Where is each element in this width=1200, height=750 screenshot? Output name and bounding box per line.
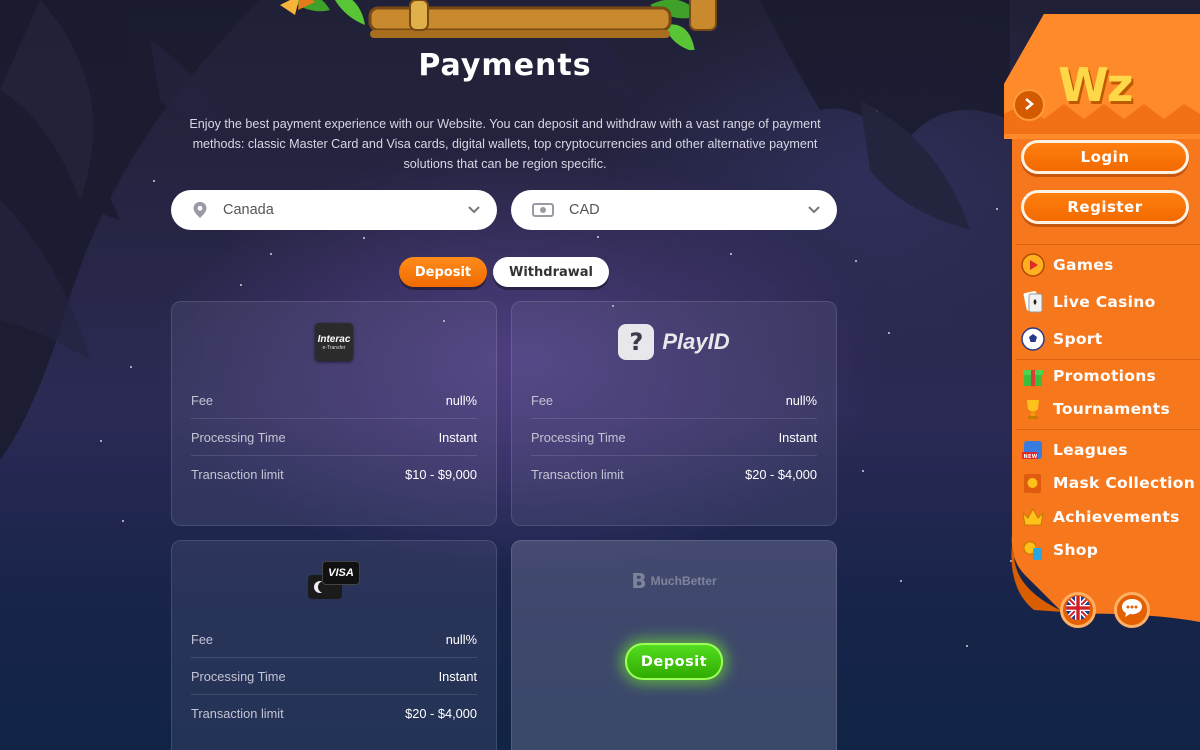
visa-logo-text: VISA (328, 567, 354, 579)
chat-button[interactable] (1114, 592, 1150, 628)
limit-row: Transaction limit $20 - $4,000 (531, 456, 817, 493)
register-button[interactable]: Register (1021, 190, 1189, 224)
processing-label: Processing Time (531, 429, 626, 445)
sidebar-item-games[interactable]: Games (1020, 250, 1114, 280)
mask-icon (1020, 470, 1046, 496)
sidebar-item-mask-collection[interactable]: Mask Collection (1020, 468, 1195, 498)
sidebar-item-sport[interactable]: Sport (1020, 324, 1102, 354)
sidebar-item-label: Live Casino (1053, 293, 1156, 311)
sidebar-item-label: Shop (1053, 541, 1099, 559)
currency-select[interactable]: CAD (511, 190, 837, 230)
country-value: Canada (223, 202, 274, 218)
limit-value: $10 - $9,000 (405, 467, 477, 482)
limit-row: Transaction limit $10 - $9,000 (191, 456, 477, 493)
limit-value: $20 - $4,000 (405, 706, 477, 721)
fee-row: Fee null% (191, 621, 477, 658)
payment-type-tabs: Deposit Withdrawal (399, 257, 609, 287)
fee-value: null% (445, 631, 477, 647)
language-button[interactable] (1060, 592, 1096, 628)
sidebar-item-label: Achievements (1053, 508, 1180, 526)
fee-label: Fee (191, 631, 214, 647)
sidebar-item-promotions[interactable]: Promotions (1020, 361, 1156, 391)
brand-logo-text: Wz (1058, 58, 1134, 112)
processing-value: Instant (778, 429, 817, 445)
fee-value: null% (785, 392, 817, 408)
processing-row: Processing Time Instant (191, 419, 477, 456)
processing-label: Processing Time (191, 668, 286, 684)
processing-row: Processing Time Instant (191, 658, 477, 695)
sidebar-item-leagues[interactable]: NEW Leagues (1020, 435, 1128, 465)
fee-value: null% (445, 392, 477, 408)
country-select[interactable]: Canada (171, 190, 497, 230)
processing-row: Processing Time Instant (531, 419, 817, 456)
limit-value: $20 - $4,000 (745, 467, 817, 482)
playid-logo: ? PlayID (512, 302, 836, 382)
payment-card-playid[interactable]: ? PlayID Fee null% Processing Time Instant… (511, 301, 837, 526)
playid-question-icon: ? (618, 324, 655, 360)
interac-logo-text: Interac (317, 333, 351, 345)
sidebar-divider (1016, 429, 1200, 430)
crown-icon (1020, 504, 1046, 530)
limit-label: Transaction limit (191, 706, 284, 721)
muchbetter-logo: B MuchBetter (512, 541, 836, 621)
processing-value: Instant (438, 668, 477, 684)
sidebar-divider (1016, 359, 1200, 360)
sidebar-item-label: Games (1053, 256, 1114, 274)
bamboo-banner-decoration (280, 0, 717, 50)
limit-row: Transaction limit $20 - $4,000 (191, 695, 477, 732)
sidebar-item-label: Mask Collection (1053, 474, 1196, 492)
fee-row: Fee null% (191, 382, 477, 419)
sidebar-item-label: Leagues (1053, 441, 1128, 459)
payment-card-interac[interactable]: Interac e-Transfer Fee null% Processing T… (171, 301, 497, 526)
fee-label: Fee (531, 392, 554, 408)
chevron-down-icon (807, 203, 821, 217)
sidebar-item-label: Promotions (1053, 367, 1157, 385)
cash-icon (531, 201, 555, 219)
brand-logo[interactable]: Wz (1058, 58, 1134, 112)
chevron-down-icon (467, 203, 481, 217)
interac-logo: Interac e-Transfer (172, 302, 496, 382)
sidebar-item-achievements[interactable]: Achievements (1020, 502, 1180, 532)
limit-label: Transaction limit (531, 467, 624, 482)
sidebar-toggle-button[interactable] (1013, 89, 1045, 121)
page-title: Payments (418, 48, 592, 83)
fee-row: Fee null% (531, 382, 817, 419)
muchbetter-logo-text: MuchBetter (650, 574, 717, 588)
gift-icon (1020, 363, 1046, 389)
processing-value: Instant (438, 429, 477, 445)
cards-icon (1020, 289, 1046, 315)
uk-flag-icon (1066, 596, 1090, 624)
visa-logo: VISA (172, 541, 496, 621)
leagues-icon: NEW (1020, 437, 1046, 463)
svg-text:NEW: NEW (1024, 454, 1038, 460)
trophy-icon (1020, 396, 1046, 422)
currency-value: CAD (569, 202, 600, 218)
intro-text: Enjoy the best payment experience with o… (189, 117, 821, 171)
shop-icon (1020, 537, 1046, 563)
sidebar-item-label: Sport (1053, 330, 1103, 348)
sidebar-item-shop[interactable]: Shop (1020, 535, 1098, 565)
location-pin-icon (191, 201, 209, 219)
fee-label: Fee (191, 392, 214, 408)
processing-label: Processing Time (191, 429, 286, 445)
sidebar-item-tournaments[interactable]: Tournaments (1020, 394, 1170, 424)
sidebar-divider (1016, 244, 1200, 245)
soccer-ball-icon (1020, 326, 1046, 352)
sidebar-item-live-casino[interactable]: Live Casino (1020, 287, 1156, 317)
muchbetter-deposit-button[interactable]: Deposit (625, 643, 723, 680)
chat-icon (1121, 598, 1143, 622)
interac-logo-subtext: e-Transfer (322, 344, 346, 351)
playid-logo-text: PlayID (662, 329, 730, 354)
payment-card-visa[interactable]: VISA Fee null% Processing Time Instant Tra… (171, 540, 497, 750)
tab-withdrawal[interactable]: Withdrawal (493, 257, 609, 287)
muchbetter-b-icon: B (631, 569, 647, 593)
sidebar-item-label: Tournaments (1053, 400, 1170, 418)
tab-deposit[interactable]: Deposit (399, 257, 487, 287)
chevron-right-icon (1024, 96, 1034, 115)
login-button[interactable]: Login (1021, 140, 1189, 174)
games-icon (1020, 252, 1046, 278)
limit-label: Transaction limit (191, 467, 284, 482)
